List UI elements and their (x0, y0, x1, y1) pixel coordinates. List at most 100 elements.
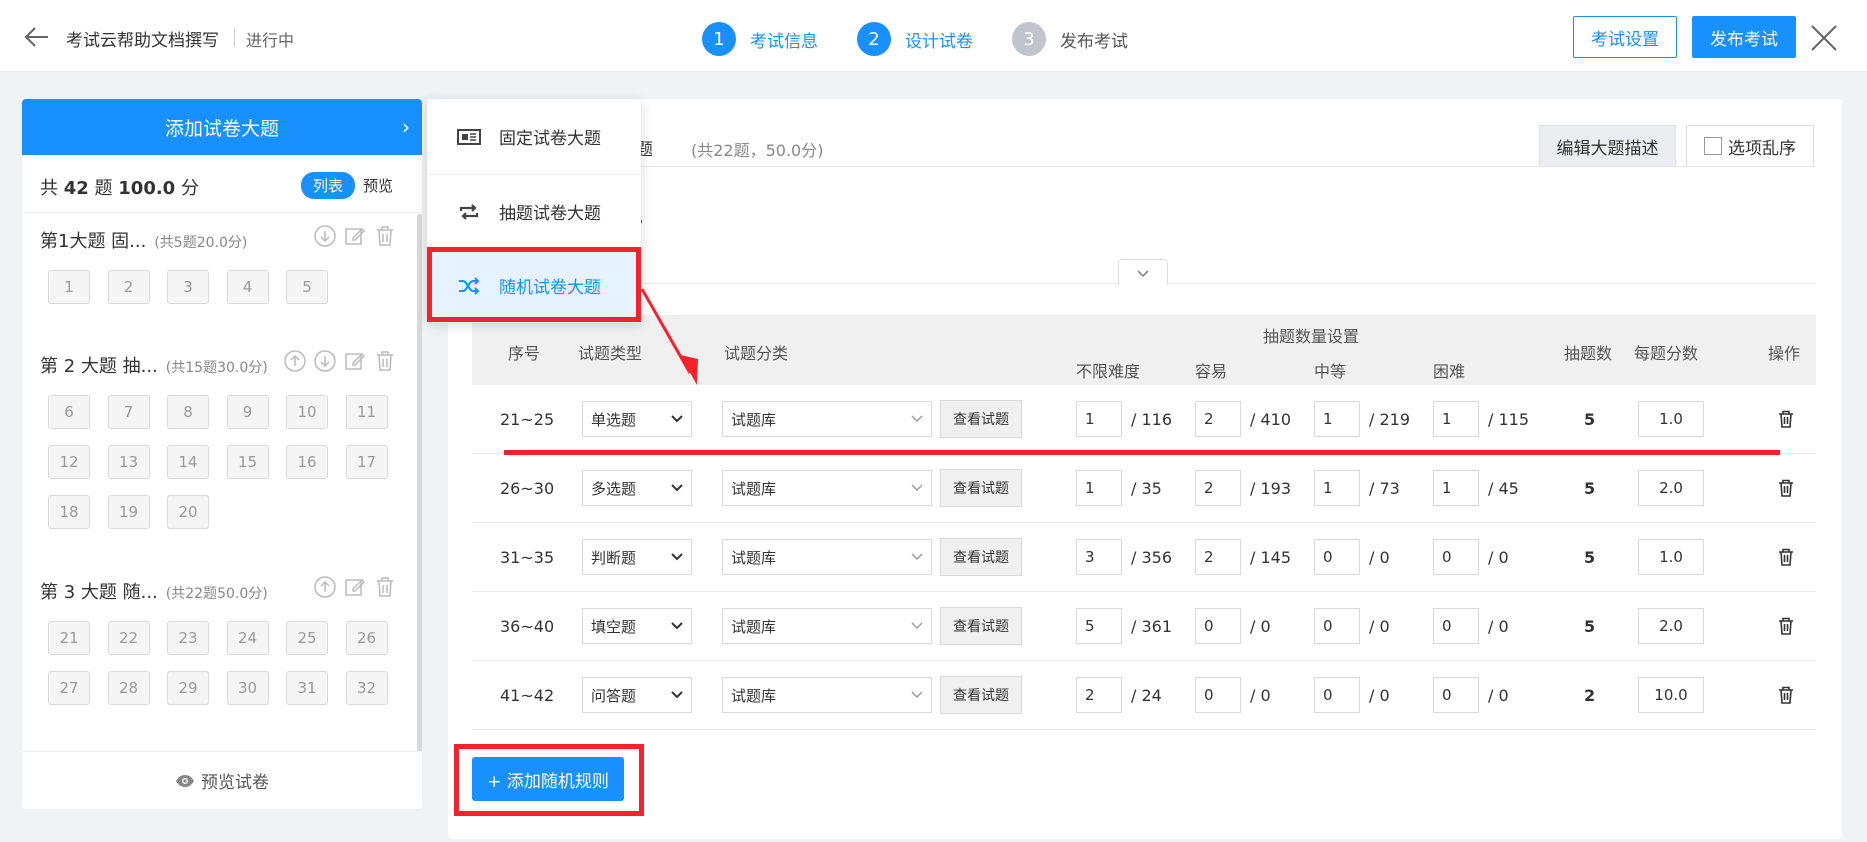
category-select[interactable]: 试题库 (722, 401, 932, 437)
any-difficulty-input[interactable]: 1 (1076, 401, 1122, 437)
easy-input[interactable]: 0 (1195, 677, 1241, 713)
move-up-icon[interactable] (283, 349, 307, 373)
question-cell[interactable]: 18 (48, 495, 90, 529)
question-cell[interactable]: 4 (226, 270, 269, 304)
view-questions-button[interactable]: 查看试题 (940, 607, 1022, 645)
question-cell[interactable]: 19 (107, 495, 150, 529)
question-cell[interactable]: 17 (345, 445, 388, 479)
medium-input[interactable]: 1 (1314, 470, 1360, 506)
question-cell[interactable]: 3 (167, 270, 209, 304)
question-cell[interactable]: 2 (107, 270, 150, 304)
edit-icon[interactable] (343, 349, 367, 373)
step-publish[interactable]: 3 发布考试 (1012, 22, 1128, 56)
view-questions-button[interactable]: 查看试题 (940, 400, 1022, 438)
question-cell[interactable]: 22 (107, 621, 150, 655)
step-design-paper[interactable]: 2 设计试卷 (857, 22, 973, 56)
view-questions-button[interactable]: 查看试题 (940, 676, 1022, 714)
medium-input[interactable]: 0 (1314, 608, 1360, 644)
delete-icon[interactable] (1778, 617, 1794, 635)
add-random-rule-button[interactable]: + 添加随机规则 (472, 757, 624, 801)
scrollbar[interactable] (417, 214, 422, 759)
edit-icon[interactable] (343, 224, 367, 248)
question-cell[interactable]: 29 (167, 671, 209, 705)
delete-icon[interactable] (373, 575, 397, 599)
question-cell[interactable]: 1 (48, 270, 90, 304)
delete-icon[interactable] (1778, 479, 1794, 497)
score-input[interactable]: 1.0 (1638, 539, 1704, 575)
question-cell[interactable]: 27 (48, 671, 90, 705)
hard-input[interactable]: 0 (1433, 539, 1479, 575)
preview-paper-button[interactable]: 预览试卷 (22, 751, 422, 809)
delete-icon[interactable] (1778, 410, 1794, 428)
question-cell[interactable]: 6 (48, 395, 90, 429)
checkbox[interactable] (1704, 137, 1722, 155)
question-cell[interactable]: 28 (107, 671, 150, 705)
question-cell[interactable]: 30 (226, 671, 269, 705)
question-cell[interactable]: 20 (167, 495, 209, 529)
any-difficulty-input[interactable]: 2 (1076, 677, 1122, 713)
easy-input[interactable]: 2 (1195, 401, 1241, 437)
question-cell[interactable]: 11 (345, 395, 388, 429)
question-cell[interactable]: 12 (48, 445, 90, 479)
hard-input[interactable]: 1 (1433, 470, 1479, 506)
move-down-icon[interactable] (313, 349, 337, 373)
category-select[interactable]: 试题库 (722, 677, 932, 713)
question-cell[interactable]: 7 (107, 395, 150, 429)
question-cell[interactable]: 25 (286, 621, 328, 655)
view-list-button[interactable]: 列表 (301, 171, 356, 199)
question-cell[interactable]: 15 (226, 445, 269, 479)
section-title[interactable]: 第 3 大题 随... (共22题50.0分) (40, 578, 268, 604)
delete-icon[interactable] (1778, 548, 1794, 566)
question-cell[interactable]: 13 (107, 445, 150, 479)
easy-input[interactable]: 2 (1195, 539, 1241, 575)
hard-input[interactable]: 0 (1433, 608, 1479, 644)
question-cell[interactable]: 23 (167, 621, 209, 655)
delete-icon[interactable] (373, 349, 397, 373)
score-input[interactable]: 10.0 (1638, 677, 1704, 713)
category-select[interactable]: 试题库 (722, 608, 932, 644)
score-input[interactable]: 2.0 (1638, 470, 1704, 506)
question-cell[interactable]: 26 (345, 621, 388, 655)
question-cell[interactable]: 31 (286, 671, 328, 705)
menu-item-fixed[interactable]: 固定试卷大题 (427, 99, 641, 174)
question-cell[interactable]: 21 (48, 621, 90, 655)
question-cell[interactable]: 10 (286, 395, 328, 429)
exam-settings-button[interactable]: 考试设置 (1573, 16, 1677, 58)
easy-input[interactable]: 2 (1195, 470, 1241, 506)
move-up-icon[interactable] (313, 575, 337, 599)
shuffle-options-toggle[interactable]: 选项乱序 (1686, 125, 1814, 167)
view-questions-button[interactable]: 查看试题 (940, 538, 1022, 576)
hard-input[interactable]: 1 (1433, 401, 1479, 437)
easy-input[interactable]: 0 (1195, 608, 1241, 644)
question-cell[interactable]: 32 (345, 671, 388, 705)
any-difficulty-input[interactable]: 5 (1076, 608, 1122, 644)
view-preview-button[interactable]: 预览 (355, 172, 401, 199)
question-type-select[interactable]: 判断题 (582, 539, 692, 575)
question-cell[interactable]: 9 (226, 395, 269, 429)
publish-exam-button[interactable]: 发布考试 (1692, 16, 1796, 58)
section-title[interactable]: 第1大题 固... (共5题20.0分) (40, 227, 247, 253)
move-down-icon[interactable] (313, 224, 337, 248)
category-select[interactable]: 试题库 (722, 470, 932, 506)
any-difficulty-input[interactable]: 1 (1076, 470, 1122, 506)
edit-description-button[interactable]: 编辑大题描述 (1539, 125, 1676, 167)
menu-item-draw[interactable]: 抽题试卷大题 (427, 174, 641, 249)
step-exam-info[interactable]: 1 考试信息 (702, 22, 818, 56)
medium-input[interactable]: 0 (1314, 677, 1360, 713)
edit-icon[interactable] (343, 575, 367, 599)
question-cell[interactable]: 16 (286, 445, 328, 479)
any-difficulty-input[interactable]: 3 (1076, 539, 1122, 575)
collapse-toggle[interactable] (1118, 259, 1168, 285)
question-cell[interactable]: 5 (286, 270, 328, 304)
question-type-select[interactable]: 问答题 (582, 677, 692, 713)
medium-input[interactable]: 1 (1314, 401, 1360, 437)
question-cell[interactable]: 8 (167, 395, 209, 429)
question-type-select[interactable]: 填空题 (582, 608, 692, 644)
close-icon[interactable] (1806, 20, 1842, 56)
category-select[interactable]: 试题库 (722, 539, 932, 575)
score-input[interactable]: 1.0 (1638, 401, 1704, 437)
delete-icon[interactable] (373, 224, 397, 248)
question-type-select[interactable]: 多选题 (582, 470, 692, 506)
delete-icon[interactable] (1778, 686, 1794, 704)
view-questions-button[interactable]: 查看试题 (940, 469, 1022, 507)
